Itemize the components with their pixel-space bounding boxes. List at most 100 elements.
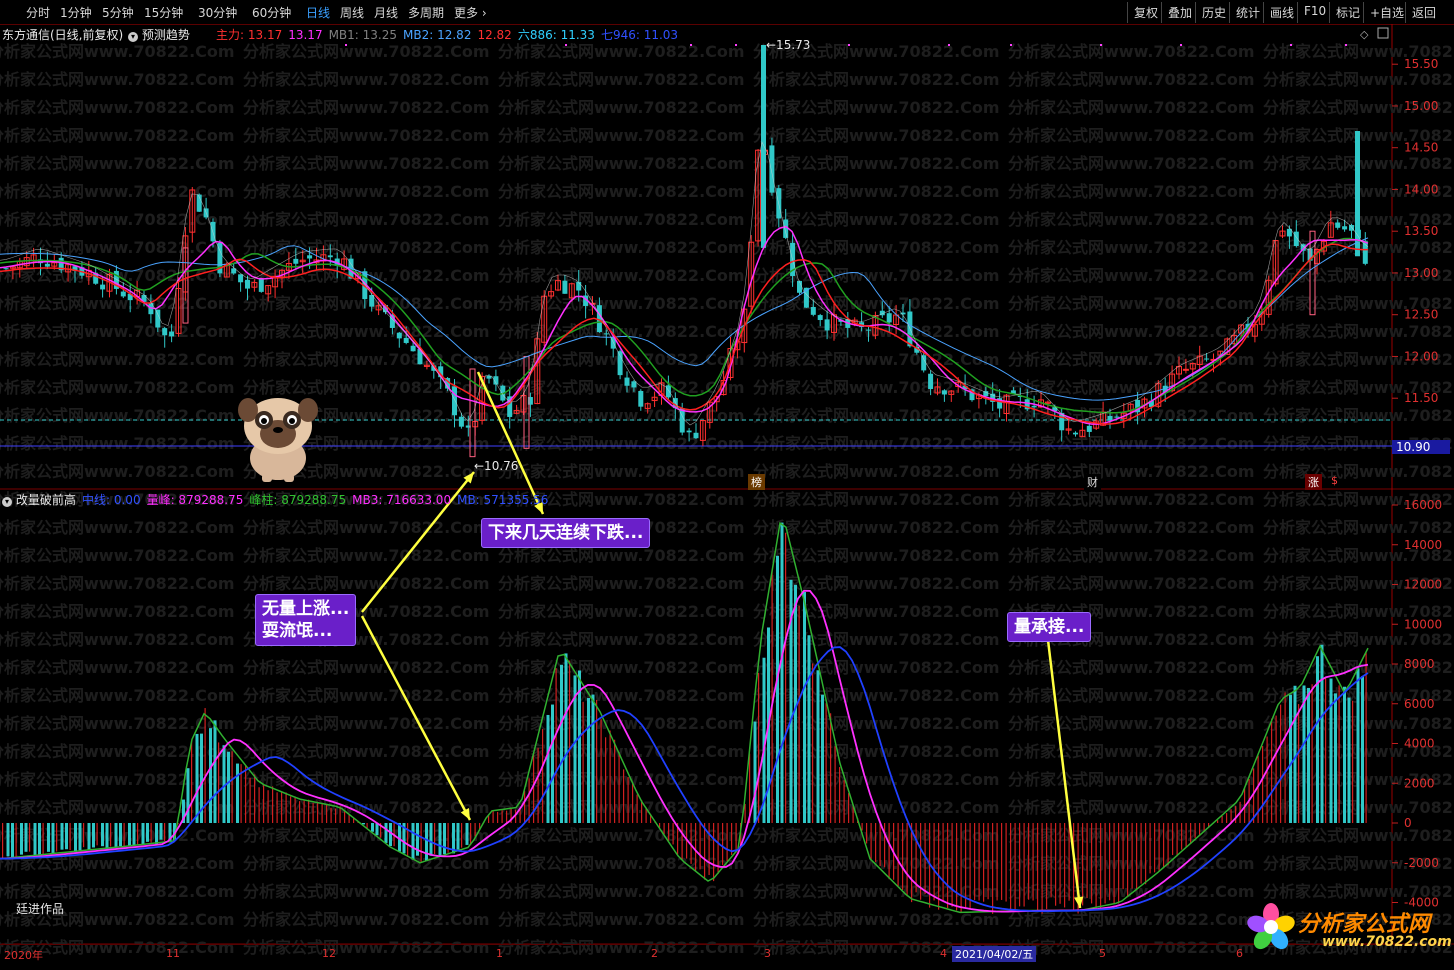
volume-bar	[294, 796, 296, 823]
watermark-text: 分析家公式网www.70822.Com	[0, 434, 235, 453]
watermark-text: 分析家公式网www.70822.Com	[753, 210, 1000, 229]
volume-bar	[951, 823, 953, 907]
price-tag-label: 10.90	[1396, 440, 1430, 454]
volume-bar	[623, 769, 625, 823]
volume-bar	[1203, 823, 1205, 831]
watermark-text: 分析家公式网www.70822.Com	[498, 630, 745, 649]
volume-bar	[708, 823, 710, 875]
legend-item-3: MB3: 716633.00	[352, 493, 452, 507]
volume-bar	[1163, 823, 1165, 869]
signal-dot	[690, 44, 692, 46]
volume-bar	[807, 635, 811, 823]
watermark-text: 分析家公式网www.70822.Com	[243, 98, 490, 117]
volume-bar	[51, 823, 55, 854]
watermark-text: 分析家公式网www.70822.Com	[753, 546, 1000, 565]
volume-bar	[582, 701, 584, 823]
indicator-selector[interactable]: ▾ 预测趋势	[128, 26, 190, 43]
volume-bar	[1343, 686, 1346, 823]
badge-finance[interactable]: 财	[1084, 474, 1101, 490]
volume-bar	[128, 823, 131, 847]
low-label: ←10.76	[474, 459, 518, 473]
volume-bar	[1028, 823, 1030, 900]
volume-bar	[1010, 823, 1012, 912]
signal-dot	[1100, 44, 1102, 46]
volume-bar	[1041, 823, 1043, 914]
sub-indicator-name: 改量破前高	[15, 493, 76, 507]
watermark-text: 分析家公式网www.70822.Com	[243, 70, 490, 89]
stock-title: 东方通信(日线,前复权)	[2, 28, 124, 42]
volume-bar	[1298, 704, 1300, 823]
volume-bar	[618, 752, 620, 823]
candle-body	[258, 278, 264, 292]
watermark-text: 分析家公式网www.70822.Com	[0, 546, 235, 565]
volume-bar	[1136, 823, 1138, 891]
volume-bar	[420, 823, 422, 863]
watermark-text: 分析家公式网www.70822.Com	[0, 658, 235, 677]
sub-legend: 中线: 0.00 量峰: 879288.75 峰柱: 879288.75 MB3: 7…	[82, 491, 554, 508]
volume-bar	[681, 823, 683, 861]
date-m1: 1	[496, 947, 503, 960]
legend-item-0: 中线: 0.00	[82, 493, 141, 507]
watermark-text: 分析家公式网www.70822.Com	[1008, 378, 1255, 397]
watermark-text: 分析家公式网www.70822.Com	[1008, 518, 1255, 537]
signal-dot	[948, 44, 950, 46]
volume-bar	[1064, 823, 1066, 908]
sub-ytick-label: 2000	[1404, 776, 1435, 790]
watermark-text: 分析家公式网www.70822.Com	[243, 322, 490, 341]
volume-bar	[641, 800, 643, 823]
volume-bar	[1014, 823, 1016, 910]
volume-bar	[1095, 823, 1097, 908]
sub-ytick-label: 6000	[1404, 697, 1435, 711]
watermark-text: 分析家公式网www.70822.Com	[498, 770, 745, 789]
stock-chart[interactable]: 分析家公式网www.70822.Com 分析家公式网www.70822.Com 分析…	[0, 0, 1454, 970]
badge-limit-up[interactable]: 涨	[1305, 474, 1322, 490]
volume-bar	[551, 704, 554, 823]
volume-bar	[866, 823, 868, 844]
candle-body	[1362, 240, 1368, 264]
watermark-text: 分析家公式网www.70822.Com	[0, 98, 235, 117]
watermark-text: 分析家公式网www.70822.Com	[1008, 910, 1255, 929]
volume-bar	[137, 823, 139, 846]
watermark-text: 分析家公式网www.70822.Com	[1008, 406, 1255, 425]
watermark-text: 分析家公式网www.70822.Com	[0, 574, 235, 593]
volume-bar	[663, 823, 665, 834]
volume-bar	[546, 714, 550, 823]
volume-bar	[1086, 823, 1088, 899]
candle-body	[162, 328, 168, 336]
watermark-text: 分析家公式网www.70822.Com	[498, 686, 745, 705]
badge-dollar[interactable]: $	[1328, 474, 1341, 487]
sub-indicator-selector[interactable]: ▾ 改量破前高	[2, 491, 76, 508]
volume-bar	[1127, 823, 1129, 898]
badge-rank[interactable]: 榜	[748, 474, 765, 490]
watermark-text: 分析家公式网www.70822.Com	[0, 126, 235, 145]
volume-bar	[1352, 700, 1354, 823]
volume-bar	[1100, 823, 1102, 911]
watermark-text: 分析家公式网www.70822.Com	[498, 126, 745, 145]
volume-bar	[407, 823, 409, 857]
watermark-text: 分析家公式网www.70822.Com	[1008, 462, 1255, 481]
watermark-text: 分析家公式网www.70822.Com	[0, 406, 235, 425]
volume-bar	[69, 823, 71, 850]
watermark-text: 分析家公式网www.70822.Com	[1008, 686, 1255, 705]
volume-bar	[1113, 823, 1115, 904]
ytick-label: 11.50	[1404, 391, 1438, 405]
legend-item-2: MB1: 13.25	[328, 28, 398, 42]
watermark-text: 分析家公式网www.70822.Com	[753, 126, 1000, 145]
watermark-text: 分析家公式网www.70822.Com	[753, 98, 1000, 117]
volume-bar	[272, 786, 274, 823]
legend-item-5: 六886: 11.33	[517, 28, 595, 42]
volume-bar	[569, 660, 571, 823]
high-label: ←15.73	[766, 38, 810, 52]
volume-bar	[555, 668, 557, 823]
candle-body	[810, 306, 816, 315]
watermark-text: 分析家公式网www.70822.Com	[753, 826, 1000, 845]
volume-bar	[65, 823, 68, 850]
volume-bar	[704, 823, 706, 880]
candle-body	[679, 408, 685, 433]
volume-bar	[1172, 823, 1174, 856]
watermark-text: 分析家公式网www.70822.Com	[1008, 574, 1255, 593]
watermark-text: 分析家公式网www.70822.Com	[1263, 826, 1454, 845]
signal-dot	[1290, 44, 1292, 46]
volume-bar	[897, 823, 899, 887]
date-selected[interactable]: 2021/04/02/五	[952, 946, 1037, 962]
